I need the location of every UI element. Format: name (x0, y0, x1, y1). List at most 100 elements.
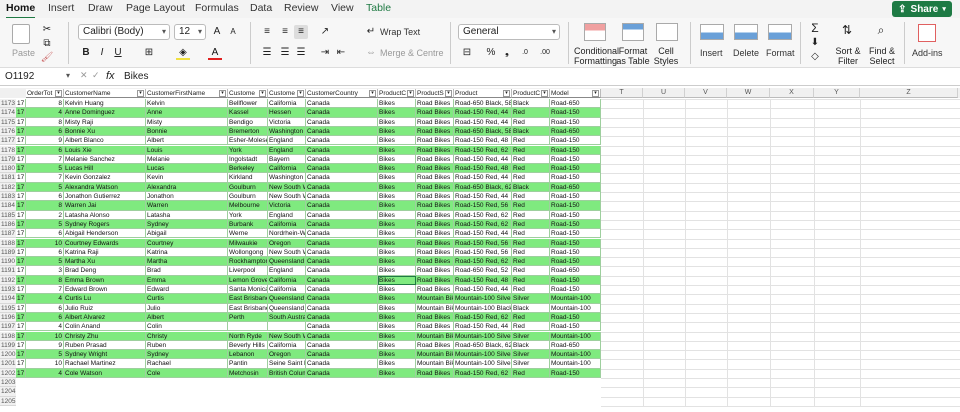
filter-dropdown-icon[interactable]: ▾ (369, 90, 376, 97)
table-cell[interactable]: Road Bikes (416, 154, 454, 165)
table-cell[interactable]: 3 (26, 266, 64, 276)
table-cell[interactable]: Sydney (146, 350, 228, 360)
table-cell[interactable]: Kelvin Huang (64, 99, 146, 109)
name-box[interactable]: O1192 (2, 70, 62, 84)
table-cell[interactable]: Road-150 (550, 275, 601, 285)
table-cell[interactable]: 10 (26, 359, 64, 369)
table-cell[interactable]: Road Bikes (416, 247, 454, 258)
table-cell[interactable]: Oregon (268, 238, 306, 248)
table-cell[interactable]: Brad (146, 266, 228, 276)
table-cell[interactable]: Road-150 Red, 44 (454, 173, 512, 183)
table-cell[interactable]: Rockhampton (228, 257, 268, 267)
percent-icon[interactable]: % (484, 46, 498, 60)
table-cell[interactable]: Misty Raji (64, 117, 146, 127)
table-cell[interactable]: New South W (268, 247, 306, 258)
table-cell[interactable]: Kevin (146, 173, 228, 183)
table-cell[interactable]: Washington (268, 126, 306, 137)
currency-icon[interactable]: ⊟ (460, 46, 474, 60)
table-cell[interactable]: Road-150 Red, 62 (454, 312, 512, 323)
row-header[interactable]: 1183 (0, 192, 16, 202)
row-header[interactable]: 1185 (0, 210, 16, 220)
table-cell[interactable]: Road-150 (550, 164, 601, 174)
table-cell[interactable]: Road-150 Red, 44 (454, 154, 512, 165)
table-cell[interactable]: Curtis (146, 294, 228, 304)
row-header[interactable]: 1195 (0, 303, 16, 313)
table-cell[interactable]: Bikes (378, 108, 416, 118)
wrap-text-label[interactable]: Wrap Text (380, 27, 420, 37)
tab-review[interactable]: Review (284, 2, 318, 14)
table-cell[interactable]: Road-650 Black, 62 (454, 340, 512, 351)
table-cell[interactable]: 17 (16, 257, 26, 267)
table-cell[interactable]: Liverpool (228, 266, 268, 276)
table-header[interactable]: CustomerFirstName ▾ (146, 89, 228, 98)
table-cell[interactable]: Bikes (378, 192, 416, 202)
filter-dropdown-icon[interactable]: ▾ (541, 90, 548, 97)
row-header[interactable]: 1192 (0, 275, 16, 285)
table-cell[interactable]: 8 (26, 201, 64, 211)
table-cell[interactable]: Road-150 (550, 108, 601, 118)
table-cell[interactable]: Red (512, 368, 550, 378)
table-cell[interactable]: Alexandra Watson (64, 182, 146, 192)
tab-insert[interactable]: Insert (48, 2, 74, 14)
table-cell[interactable]: Canada (306, 173, 378, 183)
table-cell[interactable]: Kevin Gonzalez (64, 173, 146, 183)
row-header[interactable]: 1196 (0, 312, 16, 323)
table-cell[interactable]: Canada (306, 275, 378, 285)
table-cell[interactable]: Road-150 (550, 201, 601, 211)
table-cell[interactable]: 17 (16, 229, 26, 239)
table-cell[interactable]: Washington (268, 173, 306, 183)
format-as-table-label[interactable]: Format as Table (614, 46, 652, 66)
table-cell[interactable]: 8 (26, 275, 64, 285)
confirm-icon[interactable]: ✓ (92, 70, 100, 81)
spreadsheet-grid[interactable]: T U V W X Y Z OrderTot ▾ CustomerName ▾ CustomerFir… (0, 88, 960, 412)
table-cell[interactable]: 17 (16, 154, 26, 165)
table-cell[interactable]: 4 (26, 322, 64, 332)
table-cell[interactable]: Canada (306, 164, 378, 174)
align-right-icon[interactable]: ☰ (294, 46, 308, 60)
table-cell[interactable]: Albert (146, 136, 228, 146)
table-cell[interactable]: Julio Ruiz (64, 303, 146, 313)
column-header-t[interactable]: T (601, 88, 643, 98)
table-cell[interactable]: Queensland (268, 257, 306, 267)
table-cell[interactable]: 17 (16, 145, 26, 155)
table-cell[interactable]: Bikes (378, 294, 416, 304)
table-cell[interactable]: Canada (306, 219, 378, 230)
table-cell[interactable]: Wollongong (228, 247, 268, 258)
column-header-y[interactable]: Y (814, 88, 860, 98)
table-cell[interactable]: Jonathon Gutierrez (64, 192, 146, 202)
table-cell[interactable]: Katrina (146, 247, 228, 258)
table-cell[interactable]: 17 (16, 340, 26, 351)
table-cell[interactable]: Road Bikes (416, 266, 454, 276)
table-cell[interactable]: Road-150 (550, 219, 601, 230)
column-header-x[interactable]: X (770, 88, 814, 98)
table-cell[interactable]: Bikes (378, 340, 416, 351)
align-middle-icon[interactable]: ≡ (278, 25, 292, 39)
formula-input[interactable]: Bikes (124, 71, 148, 82)
row-header[interactable]: 1175 (0, 117, 16, 127)
table-cell[interactable]: Alexandra (146, 182, 228, 192)
table-cell[interactable]: Latasha Alonso (64, 210, 146, 220)
fill-color-icon[interactable]: ◈ (176, 46, 190, 60)
table-cell[interactable]: Bikes (378, 173, 416, 183)
table-cell[interactable]: Hessen (268, 108, 306, 118)
row-header[interactable]: 1199 (0, 340, 16, 351)
table-header[interactable]: ProductC ▾ (512, 89, 550, 98)
table-cell[interactable]: Bikes (378, 359, 416, 369)
tab-table[interactable]: Table (366, 2, 391, 14)
table-cell[interactable]: 5 (26, 182, 64, 192)
table-cell[interactable]: Bikes (378, 219, 416, 230)
table-cell[interactable]: Sydney (146, 219, 228, 230)
table-cell[interactable]: Canada (306, 126, 378, 137)
table-cell[interactable]: 17 (16, 136, 26, 146)
table-cell[interactable]: Rachael Martinez (64, 359, 146, 369)
table-cell[interactable]: Black (512, 182, 550, 192)
table-cell[interactable]: 17 (16, 294, 26, 304)
table-cell[interactable]: Road-150 Red, 56 (454, 238, 512, 248)
table-cell[interactable]: Bikes (378, 331, 416, 341)
table-cell[interactable]: Canada (306, 182, 378, 192)
align-top-icon[interactable]: ≡ (260, 25, 274, 39)
table-cell[interactable]: Mountain-100 (550, 359, 601, 369)
row-header[interactable]: 1198 (0, 331, 16, 341)
table-cell[interactable]: Burbank (228, 219, 268, 230)
table-cell[interactable]: Victoria (268, 117, 306, 127)
